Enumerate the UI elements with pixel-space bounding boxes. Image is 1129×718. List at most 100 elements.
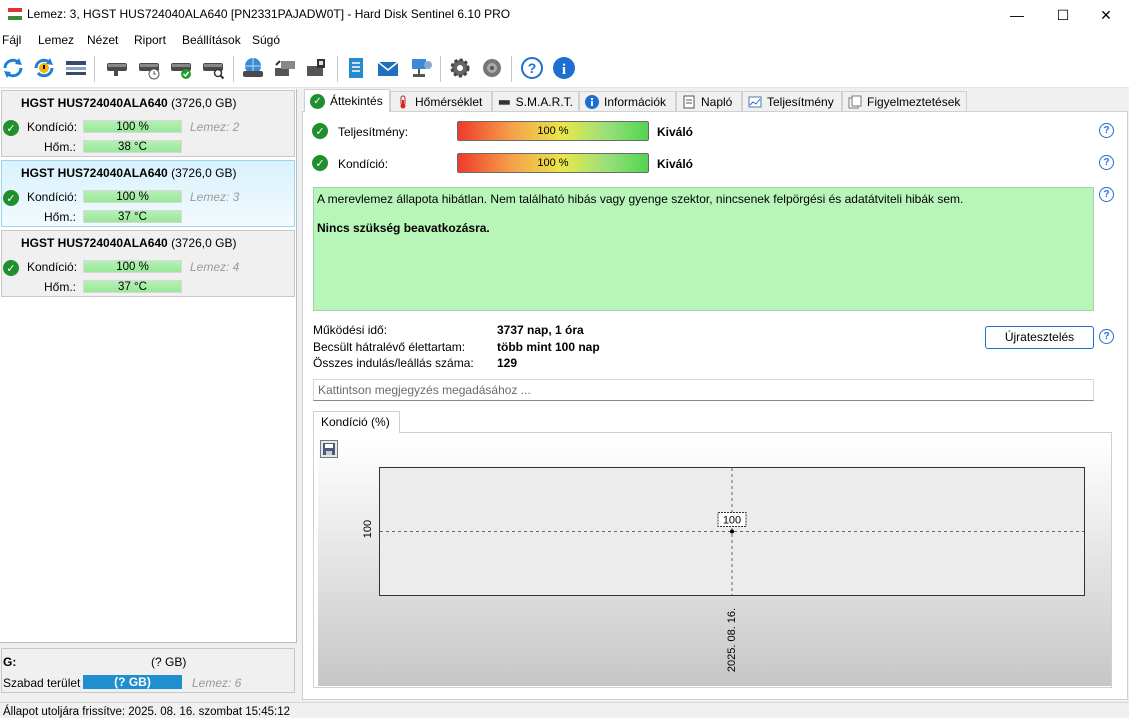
tab-label: Információk [604, 94, 667, 109]
startstop-label: Összes indulás/leállás száma: [313, 356, 474, 370]
condition-bar: 100 % [83, 120, 182, 133]
toolbar-separator [337, 56, 338, 82]
tab-information[interactable]: Információk [579, 91, 676, 111]
sound-icon[interactable] [479, 55, 505, 81]
disk-ref: Lemez: 2 [190, 120, 240, 134]
tab-overview[interactable]: ✓ Áttekintés [304, 89, 390, 112]
disk-name: HGST HUS724040ALA640 [21, 166, 168, 180]
tab-condition-chart[interactable]: Kondíció (%) [313, 411, 400, 433]
condition-label: Kondíció: [338, 157, 389, 171]
menu-help[interactable]: Súgó [252, 33, 280, 47]
toolbar-separator [233, 56, 234, 82]
disk-icon[interactable] [104, 55, 130, 81]
chart-background: 100 100 2025. 08. 16. [318, 437, 1111, 686]
thermometer-icon [400, 95, 406, 108]
disk-list-icon[interactable] [63, 55, 89, 81]
disk-size: (3726,0 GB) [171, 96, 237, 110]
data-point [730, 529, 734, 534]
disk-size: (3726,0 GB) [171, 166, 237, 180]
volume-panel[interactable]: G: (? GB) Szabad terület (? GB) Lemez: 6 [1, 648, 295, 693]
disk-name: HGST HUS724040ALA640 [21, 96, 168, 110]
lifetime-label: Becsült hátralévő élettartam: [313, 340, 466, 354]
refresh-warning-icon[interactable] [31, 55, 57, 81]
tab-label: S.M.A.R.T. [515, 94, 573, 109]
help-icon[interactable]: ? [1099, 187, 1114, 202]
status-recommendation: Nincs szükség beavatkozásra. [317, 221, 490, 235]
help-icon[interactable]: ? [1099, 329, 1114, 344]
check-circle-icon: ✓ [312, 123, 328, 139]
volume-size: (? GB) [151, 655, 187, 669]
mail-icon[interactable] [375, 55, 401, 81]
menu-settings[interactable]: Beállítások [182, 33, 241, 47]
settings-gear-icon[interactable] [447, 55, 473, 81]
disk-ref: Lemez: 6 [192, 676, 242, 690]
report-icon[interactable] [343, 55, 369, 81]
chart-plot-area: 100 [379, 467, 1085, 596]
alerts-icon [848, 95, 862, 108]
chart-frame: 100 100 2025. 08. 16. [313, 432, 1112, 688]
menu-disk[interactable]: Lemez [38, 33, 74, 47]
check-circle-icon: ✓ [310, 93, 325, 109]
toolbar-separator [511, 56, 512, 82]
condition-bar: 100 % [457, 153, 649, 173]
disk-transfer-icon[interactable] [272, 55, 298, 81]
temp-label: Hőm.: [44, 210, 77, 224]
close-button[interactable]: ✕ [1083, 0, 1129, 30]
condition-label: Kondíció: [27, 260, 78, 274]
data-label: 100 [717, 512, 747, 527]
performance-label: Teljesítmény: [338, 125, 409, 139]
performance-chart-icon [748, 96, 762, 107]
tab-temperature[interactable]: Hőmérséklet [390, 91, 492, 111]
tab-alerts[interactable]: Figyelmeztetések [842, 91, 967, 111]
x-tick-label: 2025. 08. 16. [726, 607, 738, 673]
menu-file[interactable]: Fájl [2, 33, 21, 47]
svg-text:i: i [562, 62, 566, 78]
app-flag-icon [8, 8, 22, 20]
disk-ref: Lemez: 3 [190, 190, 240, 204]
volume-drive: G: [3, 655, 17, 669]
save-chart-icon[interactable] [320, 440, 338, 458]
info-icon[interactable]: i [551, 55, 577, 81]
free-space-bar: (? GB) [83, 675, 182, 689]
tab-label: Teljesítmény [767, 94, 834, 109]
disk-clock-icon[interactable] [136, 55, 162, 81]
tab-label: Hőmérséklet [415, 94, 483, 109]
network-icon[interactable] [408, 55, 434, 81]
tab-label: Napló [701, 94, 733, 109]
toolbar-separator [94, 56, 95, 82]
toolbar: ? i [0, 50, 1129, 88]
tab-performance[interactable]: Teljesítmény [742, 91, 842, 111]
disk-check-icon[interactable] [168, 55, 194, 81]
performance-value: 100 % [537, 125, 569, 137]
data-label-text: 100 [723, 515, 741, 527]
disk-size: (3726,0 GB) [171, 236, 237, 250]
menu-report[interactable]: Riport [134, 33, 166, 47]
status-description-box: A merevlemez állapota hibátlan. Nem talá… [313, 187, 1094, 311]
startstop-value: 129 [497, 356, 518, 370]
tab-bar: ✓ Áttekintés Hőmérséklet S.M.A.R.T. Info… [302, 89, 969, 112]
menu-view[interactable]: Nézet [87, 33, 118, 47]
help-icon[interactable]: ? [519, 55, 545, 81]
minimize-button[interactable]: — [994, 0, 1040, 30]
disk-globe-icon[interactable] [240, 55, 266, 81]
disk-search-icon[interactable] [200, 55, 226, 81]
maximize-button[interactable]: ☐ [1040, 0, 1086, 30]
tab-smart[interactable]: S.M.A.R.T. [492, 91, 579, 111]
tab-log[interactable]: Napló [676, 91, 742, 111]
temp-label: Hőm.: [44, 140, 77, 154]
note-input[interactable]: Kattintson megjegyzés megadásához ... [313, 379, 1094, 401]
refresh-icon[interactable] [0, 55, 26, 81]
svg-text:?: ? [528, 60, 537, 76]
menu-bar: Fájl Lemez Nézet Riport Beállítások Súgó [0, 30, 1129, 50]
lifetime-value: több mint 100 nap [497, 340, 600, 354]
temp-bar: 37 °C [83, 210, 182, 223]
check-circle-icon: ✓ [3, 190, 19, 206]
performance-bar: 100 % [457, 121, 649, 141]
retest-button[interactable]: Újratesztelés [985, 326, 1094, 349]
help-icon[interactable]: ? [1099, 155, 1114, 170]
help-icon[interactable]: ? [1099, 123, 1114, 138]
disk-list-item-selected[interactable]: HGST HUS724040ALA640 (3726,0 GB) ✓ Kondí… [1, 160, 295, 227]
disk-list-item[interactable]: HGST HUS724040ALA640 (3726,0 GB) ✓ Kondí… [1, 230, 295, 297]
disk-arrow-icon[interactable] [304, 55, 330, 81]
disk-list-item[interactable]: HGST HUS724040ALA640 (3726,0 GB) ✓ Kondí… [1, 90, 295, 157]
